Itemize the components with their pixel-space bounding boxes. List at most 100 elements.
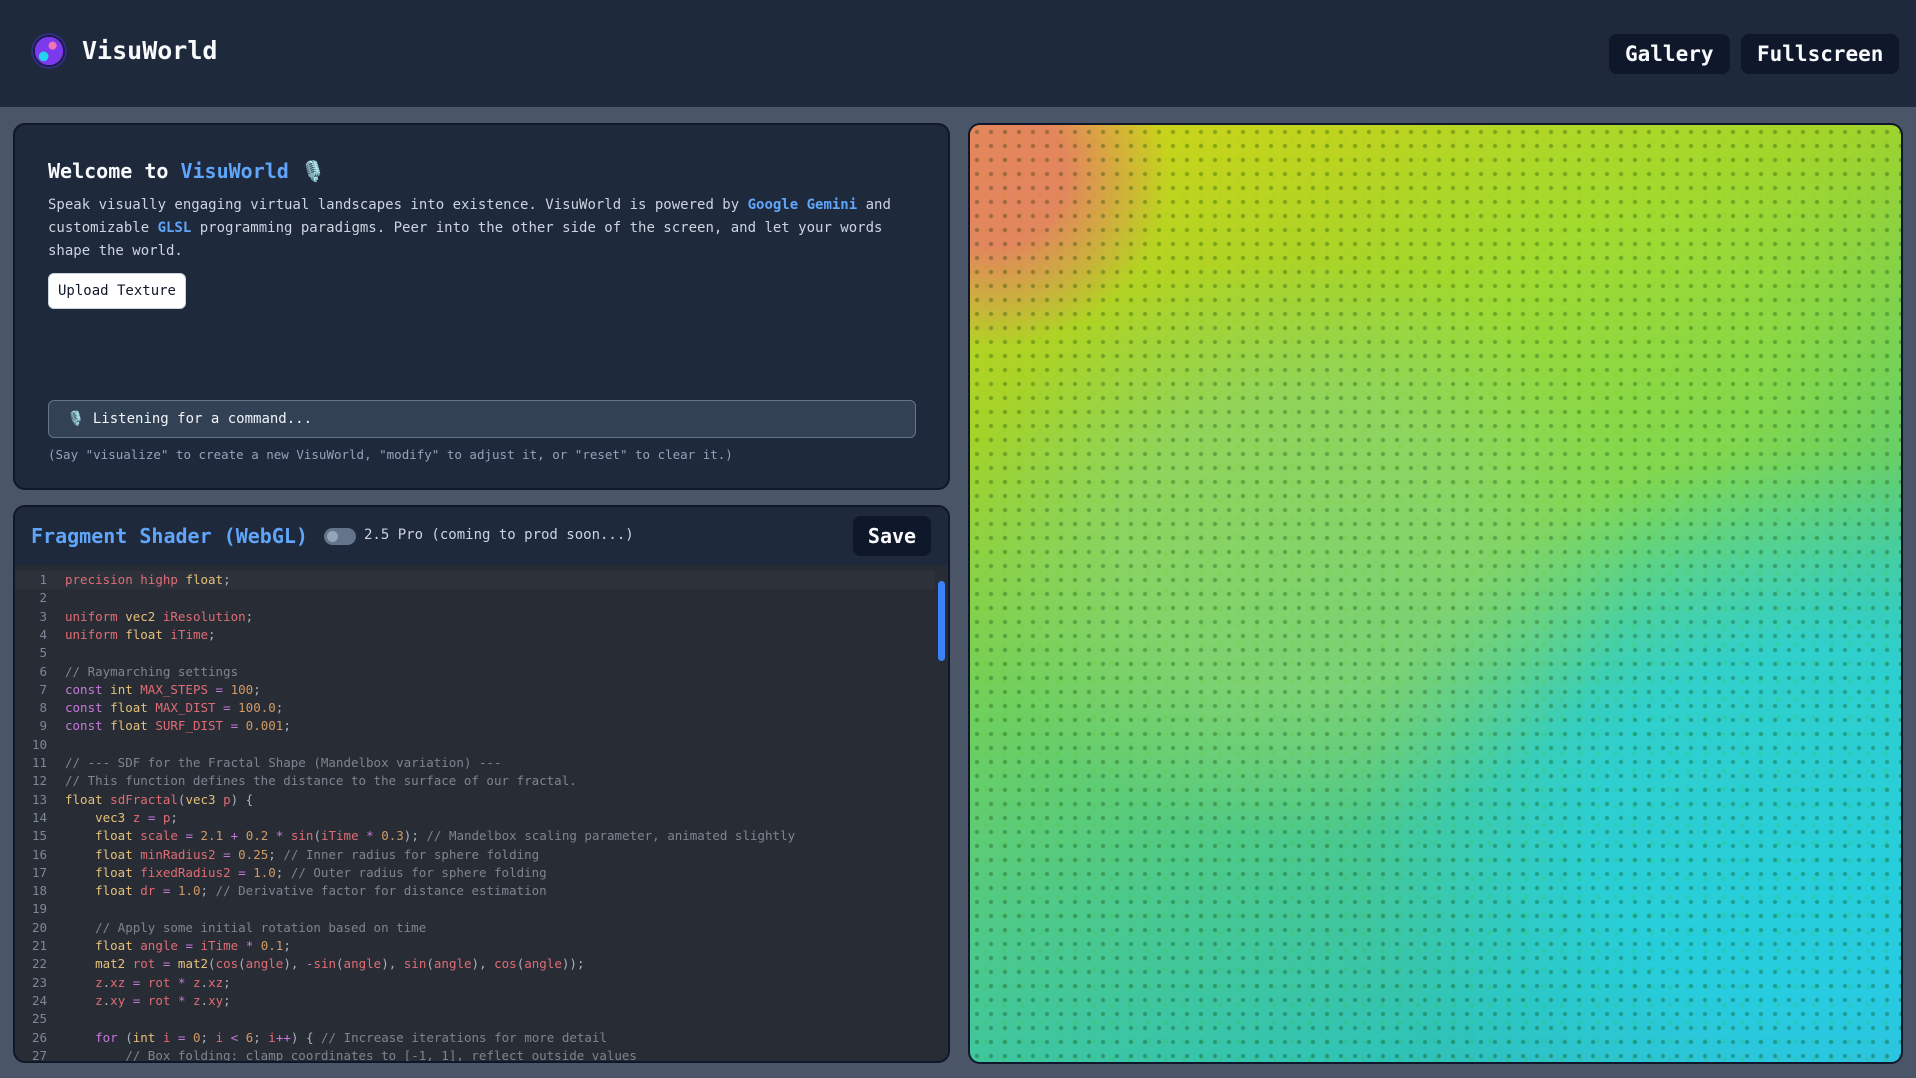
command-status-text: Listening for a command...	[92, 411, 313, 427]
line-number: 4	[39, 626, 47, 642]
line-number: 11	[31, 755, 47, 770]
command-hint: (Say "visualize" to create a new VisuWor…	[48, 447, 733, 462]
command-status-input[interactable]: 🎙️ Listening for a command...	[48, 400, 916, 438]
code-text: const float MAX_DIST = 100.0;	[65, 700, 284, 716]
line-number: 21	[31, 938, 47, 953]
upload-texture-button[interactable]: Upload Texture	[48, 273, 186, 309]
welcome-title-prefix: Welcome to	[48, 159, 181, 183]
code-line[interactable]: 16 float minRadius2 = 0.25; // Inner rad…	[15, 846, 935, 864]
code-text: const int MAX_STEPS = 100;	[65, 681, 261, 697]
code-editor[interactable]: 1 precision highp float; 2 3 uniform vec2 iR…	[15, 565, 948, 1063]
code-line[interactable]: 12 // This function defines the distance …	[15, 772, 935, 790]
code-text: float minRadius2 = 0.25; // Inner radius…	[95, 846, 540, 862]
line-number: 22	[31, 956, 47, 972]
fullscreen-button[interactable]: Fullscreen	[1741, 34, 1900, 74]
description-text: Speak visually engaging virtual landscap…	[48, 197, 748, 213]
code-text: const float SURF_DIST = 0.001;	[65, 718, 291, 734]
code-text: uniform vec2 iResolution;	[65, 608, 254, 624]
line-number: 2	[39, 590, 47, 606]
model-toggle-label: 2.5 Pro (coming to prod soon...)	[364, 527, 634, 543]
shader-preview-frame	[968, 123, 1903, 1064]
line-number: 17	[31, 864, 47, 880]
shader-preview-canvas[interactable]	[970, 125, 1901, 1062]
code-text: // Raymarching settings	[65, 663, 239, 679]
code-line[interactable]: 15 float scale = 2.1 + 0.2 * sin(iTime *…	[15, 827, 935, 845]
code-text: precision highp float;	[65, 572, 231, 587]
code-line[interactable]: 17 float fixedRadius2 = 1.0; // Outer ra…	[15, 864, 935, 882]
code-line[interactable]: 27 // Box folding: clamp coordinates to …	[15, 1047, 935, 1063]
top-bar: VisuWorld Gallery Fullscreen	[0, 0, 1916, 107]
highlight-link[interactable]: GLSL	[158, 220, 192, 236]
line-number: 20	[31, 919, 47, 935]
editor-scrollbar-thumb[interactable]	[938, 581, 945, 661]
line-number: 5	[39, 645, 47, 661]
editor-header: Fragment Shader (WebGL) 2.5 Pro (coming …	[15, 507, 948, 565]
line-number: 25	[31, 1011, 47, 1027]
code-line[interactable]: 24 z.xy = rot * z.xy;	[15, 992, 935, 1010]
code-line[interactable]: 22 mat2 rot = mat2(cos(angle), -sin(angl…	[15, 955, 935, 973]
welcome-panel: Welcome to VisuWorld 🎙️ Speak visually e…	[13, 123, 950, 490]
line-number: 7	[39, 681, 47, 697]
code-text: float fixedRadius2 = 1.0; // Outer radiu…	[95, 864, 547, 880]
highlight-link[interactable]: Google Gemini	[748, 197, 858, 213]
line-number: 24	[31, 992, 47, 1008]
model-toggle[interactable]	[324, 528, 356, 545]
code-line[interactable]: 11 // --- SDF for the Fractal Shape (Mand…	[15, 754, 935, 772]
code-line[interactable]: 20 // Apply some initial rotation based …	[15, 919, 935, 937]
code-text: float angle = iTime * 0.1;	[95, 938, 291, 953]
code-line[interactable]: 4 uniform float iTime;	[15, 626, 935, 644]
brand-title[interactable]: VisuWorld	[82, 36, 217, 65]
welcome-title-brand: VisuWorld	[180, 159, 289, 183]
code-line[interactable]: 10	[15, 736, 935, 754]
code-text: // Box folding: clamp coordinates to [-1…	[125, 1047, 637, 1063]
line-number: 10	[31, 736, 47, 752]
code-text: for (int i = 0; i < 6; i++) { // Increas…	[95, 1029, 607, 1045]
line-number: 3	[39, 608, 47, 624]
code-line[interactable]: 1 precision highp float;	[15, 571, 935, 589]
code-text: uniform float iTime;	[65, 626, 216, 642]
code-line[interactable]: 3 uniform vec2 iResolution;	[15, 608, 935, 626]
line-number: 19	[31, 901, 47, 917]
code-text: vec3 z = p;	[95, 809, 178, 825]
code-line[interactable]: 2	[15, 589, 935, 607]
code-line[interactable]: 26 for (int i = 0; i < 6; i++) { // Incr…	[15, 1029, 935, 1047]
code-text: // This function defines the distance to…	[65, 773, 577, 789]
code-text: // Apply some initial rotation based on …	[95, 919, 427, 935]
code-line[interactable]: 9 const float SURF_DIST = 0.001;	[15, 717, 935, 735]
gallery-button[interactable]: Gallery	[1609, 34, 1730, 74]
shader-editor-panel: Fragment Shader (WebGL) 2.5 Pro (coming …	[13, 505, 950, 1063]
code-line[interactable]: 19	[15, 900, 935, 918]
line-number: 9	[39, 718, 47, 734]
editor-scrollbar[interactable]	[938, 569, 946, 1059]
line-number: 18	[31, 883, 47, 899]
line-number: 8	[39, 700, 47, 716]
editor-title: Fragment Shader (WebGL)	[31, 524, 308, 548]
code-text: mat2 rot = mat2(cos(angle), -sin(angle),…	[95, 956, 585, 972]
visuworld-logo-icon[interactable]	[31, 33, 67, 69]
code-line[interactable]: 6 // Raymarching settings	[15, 663, 935, 681]
code-text: // --- SDF for the Fractal Shape (Mandel…	[65, 755, 502, 770]
line-number: 1	[39, 572, 47, 587]
line-number: 13	[31, 791, 47, 807]
code-text: float scale = 2.1 + 0.2 * sin(iTime * 0.…	[95, 828, 796, 844]
save-button[interactable]: Save	[853, 516, 931, 556]
code-line[interactable]: 13 float sdFractal(vec3 p) {	[15, 791, 935, 809]
code-line[interactable]: 7 const int MAX_STEPS = 100;	[15, 681, 935, 699]
code-line[interactable]: 8 const float MAX_DIST = 100.0;	[15, 699, 935, 717]
code-line[interactable]: 5	[15, 644, 935, 662]
code-line[interactable]: 14 vec3 z = p;	[15, 809, 935, 827]
code-text: z.xy = rot * z.xy;	[95, 992, 231, 1008]
code-text: float dr = 1.0; // Derivative factor for…	[95, 883, 547, 899]
code-line[interactable]: 21 float angle = iTime * 0.1;	[15, 937, 935, 955]
microphone-icon: 🎙️	[67, 411, 85, 427]
welcome-title: Welcome to VisuWorld 🎙️	[48, 159, 326, 183]
line-number: 15	[31, 828, 47, 844]
code-line[interactable]: 18 float dr = 1.0; // Derivative factor …	[15, 882, 935, 900]
code-line[interactable]: 25	[15, 1010, 935, 1028]
line-number: 27	[31, 1047, 47, 1063]
code-line[interactable]: 23 z.xz = rot * z.xz;	[15, 974, 935, 992]
code-text: z.xz = rot * z.xz;	[95, 974, 231, 990]
line-number: 26	[31, 1029, 47, 1045]
microphone-icon: 🎙️	[300, 159, 326, 183]
line-number: 23	[31, 974, 47, 990]
